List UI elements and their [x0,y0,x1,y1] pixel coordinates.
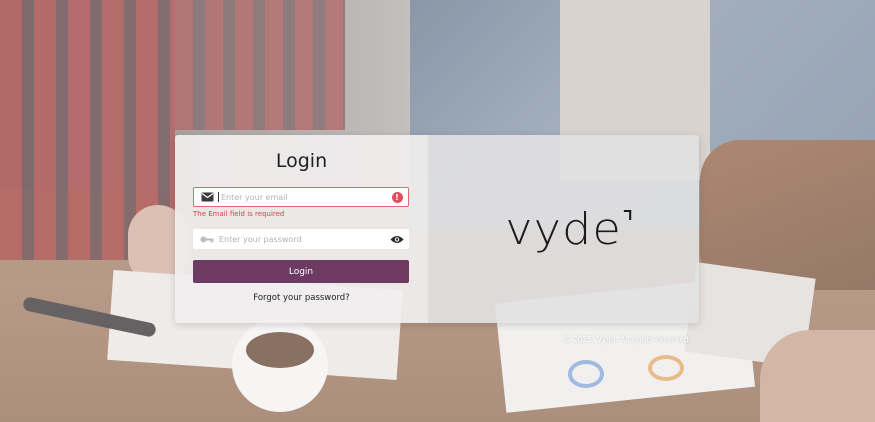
logo-corner-mark [623,209,632,220]
password-field[interactable] [193,229,409,249]
logo-text: vyde [505,203,622,255]
login-card: Login ! The Email field is required [175,135,699,323]
copyright-text: © 2025, Vyde. All rights reserved. [563,335,692,344]
error-icon: ! [388,188,406,206]
mail-icon [197,188,217,206]
login-form: Login ! The Email field is required [175,135,428,323]
email-input[interactable] [219,189,388,205]
login-button[interactable]: Login [193,260,409,283]
forgot-password-link[interactable]: Forgot your password? [175,293,428,303]
email-error-message: The Email field is required [193,210,285,218]
login-title: Login [275,150,328,172]
eye-icon[interactable] [388,230,406,248]
key-icon [197,230,217,248]
vyde-logo: vyde [505,203,632,255]
password-input[interactable] [217,231,388,247]
error-badge: ! [391,191,403,203]
brand-panel: vyde [428,135,699,323]
email-field[interactable]: ! [193,187,409,207]
